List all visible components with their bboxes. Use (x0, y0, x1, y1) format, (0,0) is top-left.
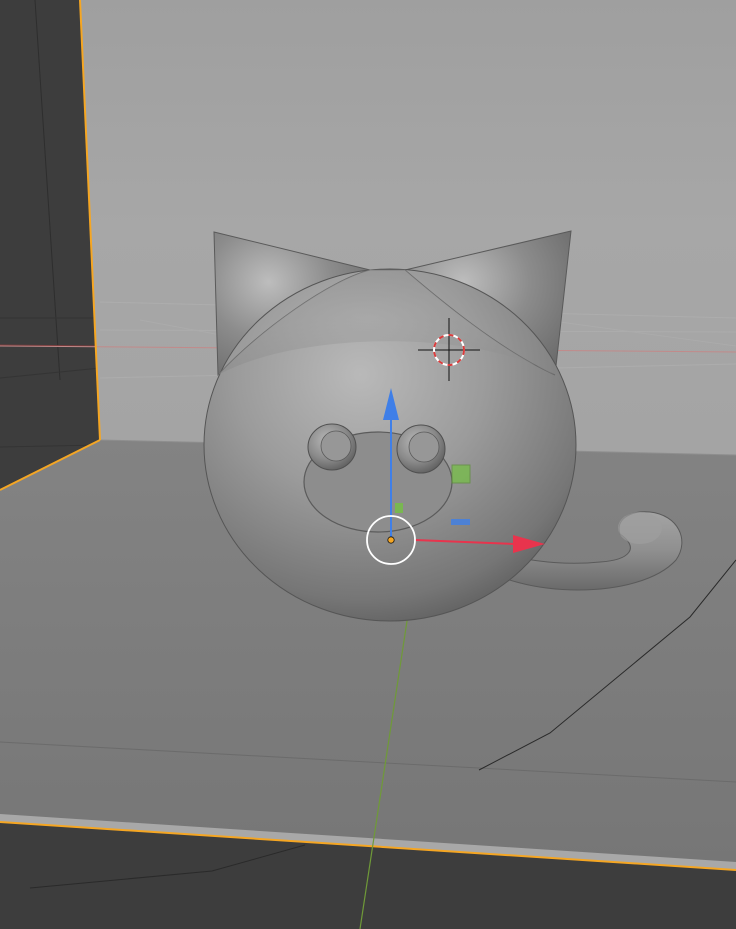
cat-eye-right[interactable] (396, 424, 446, 474)
gizmo-plane-handle-xy[interactable] (451, 519, 470, 525)
3d-viewport[interactable] (0, 0, 736, 929)
gizmo-plane-handle-xz[interactable] (451, 464, 471, 484)
cat-eye-left[interactable] (307, 423, 357, 471)
gizmo-y-handle[interactable] (395, 503, 403, 513)
pivot-point-icon (387, 536, 395, 544)
